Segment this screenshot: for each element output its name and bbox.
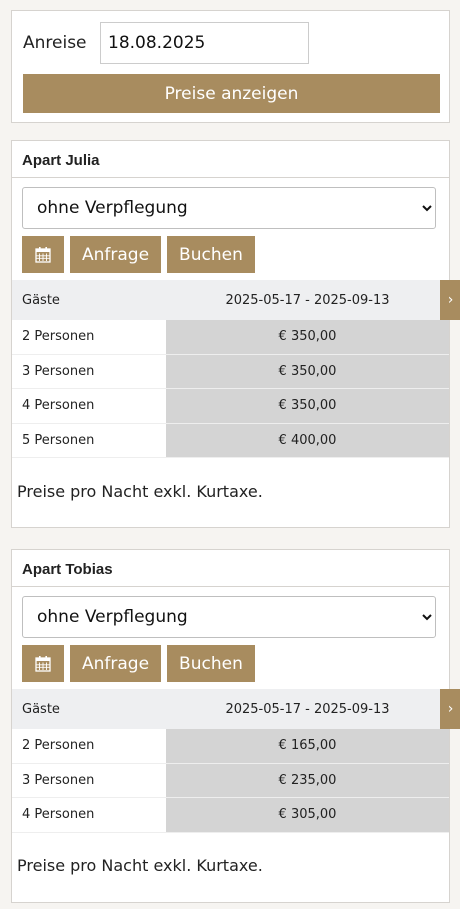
action-buttons: Anfrage Buchen [22,236,449,273]
show-prices-button[interactable]: Preise anzeigen [23,74,440,113]
chevron-right-icon: › [447,701,454,717]
price-note: Preise pro Nacht exkl. Kurtaxe. [17,482,263,501]
price-note: Preise pro Nacht exkl. Kurtaxe. [17,856,263,875]
table-row: 4 Personen € 350,00 [12,389,449,424]
table-row: 3 Personen € 350,00 [12,354,449,389]
guests-cell: 5 Personen [22,432,95,448]
table-row: 2 Personen € 350,00 [12,320,449,355]
next-period-button[interactable]: › [440,689,460,729]
price-cell: € 350,00 [166,320,449,354]
guests-cell: 4 Personen [22,807,95,823]
book-button[interactable]: Buchen [167,236,255,273]
price-cell: € 350,00 [166,389,449,423]
board-select[interactable]: ohne Verpflegung [22,187,436,229]
price-cell: € 350,00 [166,354,449,388]
chevron-right-icon: › [447,292,454,308]
arrival-row: Anreise [23,22,309,64]
period-column-header: 2025-05-17 - 2025-09-13 [225,292,390,308]
table-row: 2 Personen € 165,00 [12,729,449,764]
guests-cell: 4 Personen [22,398,95,414]
calendar-button[interactable] [22,236,64,273]
price-cell: € 305,00 [166,798,449,832]
table-row: 5 Personen € 400,00 [12,423,449,458]
guests-cell: 3 Personen [22,363,95,379]
table-header: Gäste 2025-05-17 - 2025-09-13 [12,280,449,320]
book-button[interactable]: Buchen [167,645,255,682]
calendar-icon [35,247,51,263]
arrival-date-input[interactable] [100,22,309,64]
guests-cell: 2 Personen [22,329,95,345]
inquiry-button[interactable]: Anfrage [70,236,162,273]
inquiry-button[interactable]: Anfrage [70,645,162,682]
calendar-button[interactable] [22,645,64,682]
price-cell: € 400,00 [166,423,449,457]
board-select[interactable]: ohne Verpflegung [22,596,436,638]
table-row: 3 Personen € 235,00 [12,763,449,798]
period-column-header: 2025-05-17 - 2025-09-13 [225,701,390,717]
table-row: 4 Personen € 305,00 [12,798,449,833]
guests-cell: 2 Personen [22,738,95,754]
next-period-button[interactable]: › [440,280,460,320]
price-cell: € 165,00 [166,729,449,763]
apartment-title: Apart Tobias [12,550,449,587]
apartment-title: Apart Julia [12,141,449,178]
calendar-icon [35,656,51,672]
guests-column-header: Gäste [22,701,60,717]
arrival-label: Anreise [23,33,87,53]
search-panel: Anreise Preise anzeigen [11,10,450,123]
apartment-card: Apart Julia ohne Verpflegung Anfrage Buc… [11,140,460,528]
action-buttons: Anfrage Buchen [22,645,449,682]
table-header: Gäste 2025-05-17 - 2025-09-13 [12,689,449,729]
apartment-card: Apart Tobias ohne Verpflegung Anfrage Bu… [11,549,460,903]
guests-column-header: Gäste [22,292,60,308]
price-table: Gäste 2025-05-17 - 2025-09-13 › 2 Person… [12,280,460,458]
guests-cell: 3 Personen [22,772,95,788]
price-cell: € 235,00 [166,763,449,797]
price-table: Gäste 2025-05-17 - 2025-09-13 › 2 Person… [12,689,460,833]
